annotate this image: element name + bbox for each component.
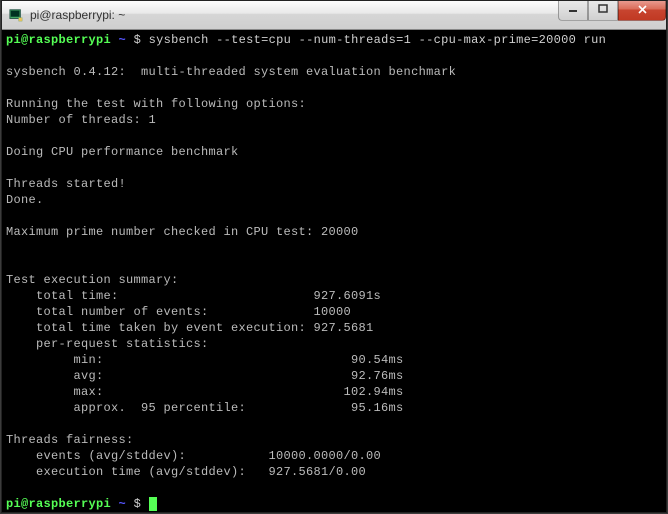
prompt2-user-host: pi@raspberrypi [6,497,111,511]
output-line: total time: 927.6091s [6,289,381,303]
output-line: max: 102.94ms [6,385,404,399]
output-line: Maximum prime number checked in CPU test… [6,225,359,239]
prompt-dollar: $ [126,33,149,47]
output-line: avg: 92.76ms [6,369,404,383]
output-line: approx. 95 percentile: 95.16ms [6,401,404,415]
command-text: sysbench --test=cpu --num-threads=1 --cp… [149,33,607,47]
output-line: Threads started! [6,177,126,191]
output-line: min: 90.54ms [6,353,404,367]
prompt-user-host: pi@raspberrypi [6,33,111,47]
prompt2-path: ~ [119,497,127,511]
output-line: per-request statistics: [6,337,209,351]
maximize-button[interactable] [588,1,618,21]
output-line: total number of events: 10000 [6,305,351,319]
prompt-sep [111,33,119,47]
close-button[interactable] [618,1,666,21]
minimize-button[interactable] [558,1,588,21]
output-line: sysbench 0.4.12: multi-threaded system e… [6,65,456,79]
window-controls [558,1,666,21]
output-line: Threads fairness: [6,433,134,447]
prompt-path: ~ [119,33,127,47]
output-line: Running the test with following options: [6,97,306,111]
cursor [149,497,157,511]
output-line: total time taken by event execution: 927… [6,321,374,335]
output-line: Done. [6,193,44,207]
terminal-window: pi@raspberrypi: ~ pi@raspberrypi ~ $ sys… [1,0,667,513]
window-title: pi@raspberrypi: ~ [30,8,558,22]
output-line: events (avg/stddev): 10000.0000/0.00 [6,449,381,463]
output-line: execution time (avg/stddev): 927.5681/0.… [6,465,366,479]
titlebar[interactable]: pi@raspberrypi: ~ [2,1,666,30]
prompt2-sep [111,497,119,511]
output-line: Number of threads: 1 [6,113,156,127]
prompt2-dollar: $ [126,497,149,511]
terminal-body[interactable]: pi@raspberrypi ~ $ sysbench --test=cpu -… [2,30,666,512]
putty-icon [8,7,24,23]
output-line: Doing CPU performance benchmark [6,145,239,159]
output-line: Test execution summary: [6,273,179,287]
